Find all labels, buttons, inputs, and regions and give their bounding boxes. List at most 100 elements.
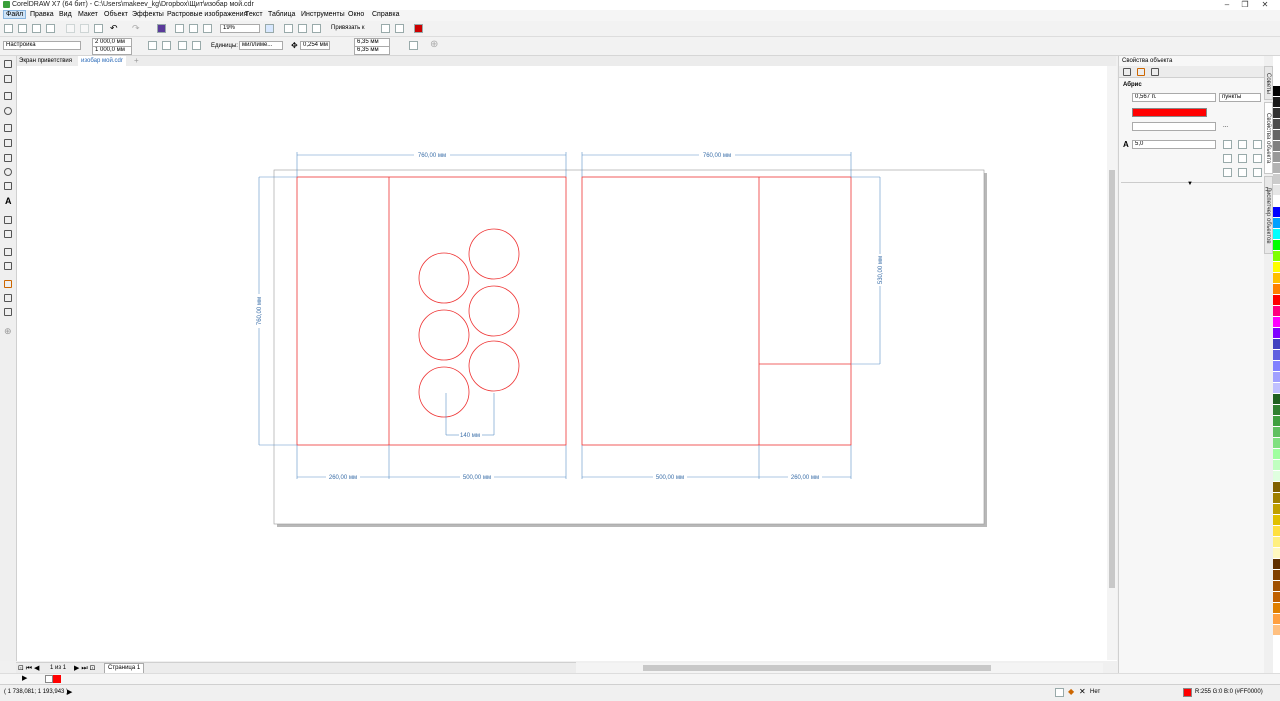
import-icon[interactable] xyxy=(175,24,184,33)
position-outside-icon[interactable] xyxy=(1223,168,1232,177)
palette-swatch[interactable] xyxy=(1273,548,1280,558)
print-icon[interactable] xyxy=(46,24,55,33)
position-center-icon[interactable] xyxy=(1238,168,1247,177)
close-icon[interactable]: ✕ xyxy=(1258,0,1272,10)
palette-swatch[interactable] xyxy=(1273,108,1280,118)
palette-swatch[interactable] xyxy=(1273,240,1280,250)
palette-swatch[interactable] xyxy=(1273,328,1280,338)
copy-icon[interactable] xyxy=(80,24,89,33)
menu-window[interactable]: Окно xyxy=(346,11,366,18)
more-options-link[interactable]: ... xyxy=(1223,123,1228,129)
color-proof-icon[interactable] xyxy=(1055,688,1064,697)
add-tool-icon[interactable]: ⊕ xyxy=(4,326,12,337)
palette-swatch[interactable] xyxy=(1273,405,1280,415)
palette-swatch[interactable] xyxy=(1273,460,1280,470)
palette-swatch[interactable] xyxy=(1273,515,1280,525)
full-screen-icon[interactable] xyxy=(265,24,274,33)
miter-limit-input[interactable]: 5,0 xyxy=(1132,140,1216,149)
current-page-icon[interactable] xyxy=(192,41,201,50)
palette-swatch[interactable] xyxy=(1273,350,1280,360)
menu-edit[interactable]: Правка xyxy=(28,11,56,18)
smart-fill-icon[interactable] xyxy=(4,308,12,316)
palette-swatch[interactable] xyxy=(1273,174,1280,184)
menu-object[interactable]: Объект xyxy=(102,11,130,18)
show-grid-icon[interactable] xyxy=(298,24,307,33)
palette-swatch[interactable] xyxy=(1273,427,1280,437)
palette-swatch[interactable] xyxy=(1273,416,1280,426)
palette-swatch[interactable] xyxy=(1273,394,1280,404)
menu-effects[interactable]: Эффекты xyxy=(130,11,166,18)
palette-swatch[interactable] xyxy=(1273,251,1280,261)
horizontal-scroll-thumb[interactable] xyxy=(643,665,991,671)
tab-welcome[interactable]: Экран приветствия xyxy=(16,56,75,66)
cap-round-icon[interactable] xyxy=(1238,154,1247,163)
zoom-tool-icon[interactable] xyxy=(4,107,12,115)
page-settings-icon[interactable] xyxy=(409,41,418,50)
eyedropper-icon[interactable] xyxy=(4,280,12,288)
palette-swatch[interactable] xyxy=(1273,273,1280,283)
units-select[interactable]: миллиме... xyxy=(239,41,283,50)
palette-swatch[interactable] xyxy=(1273,141,1280,151)
redo-icon[interactable]: ↷ xyxy=(132,23,140,34)
welcome-screen-icon[interactable] xyxy=(414,24,423,33)
palette-swatch[interactable] xyxy=(1273,262,1280,272)
page-nav-next-icons[interactable]: ▶ ⏭ ⊡ xyxy=(74,664,95,673)
all-pages-icon[interactable] xyxy=(178,41,187,50)
palette-swatch[interactable] xyxy=(1273,130,1280,140)
position-inside-icon[interactable] xyxy=(1253,168,1262,177)
open-icon[interactable] xyxy=(18,24,27,33)
status-arrow-icon[interactable]: ▶ xyxy=(67,688,72,696)
freehand-tool-icon[interactable] xyxy=(4,124,12,132)
shape-tool-icon[interactable] xyxy=(4,75,12,83)
application-launcher-icon[interactable] xyxy=(395,24,404,33)
tab-document[interactable]: изобар мой.cdr xyxy=(78,56,126,66)
undo-icon[interactable]: ↶ xyxy=(110,23,118,34)
snap-to-dropdown[interactable]: Привязать к xyxy=(331,25,365,31)
palette-swatch[interactable] xyxy=(1273,592,1280,602)
palette-swatch[interactable] xyxy=(1273,152,1280,162)
palette-swatch[interactable] xyxy=(1273,97,1280,107)
polygon-tool-icon[interactable] xyxy=(4,182,12,190)
menu-tools[interactable]: Инструменты xyxy=(299,11,347,18)
palette-swatch[interactable] xyxy=(1273,185,1280,195)
paste-icon[interactable] xyxy=(94,24,103,33)
outline-pen-icon[interactable] xyxy=(1123,68,1131,76)
menu-table[interactable]: Таблица xyxy=(266,11,297,18)
palette-swatch[interactable] xyxy=(1273,449,1280,459)
duplicate-y-input[interactable]: 6,35 мм xyxy=(354,46,390,55)
fill-icon[interactable] xyxy=(1137,68,1145,76)
palette-swatch[interactable] xyxy=(1273,317,1280,327)
palette-swatch[interactable] xyxy=(1273,471,1280,481)
connector-tool-icon[interactable] xyxy=(4,230,12,238)
palette-swatch[interactable] xyxy=(1273,372,1280,382)
corner-round-icon[interactable] xyxy=(1238,140,1247,149)
page-nav-icons[interactable]: ⊡ ⏮ ◀ xyxy=(18,664,39,673)
palette-swatch[interactable] xyxy=(1273,306,1280,316)
menu-file[interactable]: Файл xyxy=(2,10,27,19)
zoom-level-select[interactable]: 19% xyxy=(220,24,260,33)
palette-arrow-icon[interactable]: ▶ xyxy=(22,674,27,682)
portrait-icon[interactable] xyxy=(148,41,157,50)
drawing-canvas[interactable]: 760,00 мм 760,00 мм 760,00 мм 530,00 мм … xyxy=(17,66,1117,661)
tab-object-manager[interactable]: Диспетчер объектов xyxy=(1264,176,1273,254)
palette-swatch[interactable] xyxy=(1273,295,1280,305)
palette-swatch[interactable] xyxy=(1273,504,1280,514)
outline-color-swatch[interactable] xyxy=(1132,108,1207,117)
palette-swatch[interactable] xyxy=(1273,218,1280,228)
palette-swatch[interactable] xyxy=(1273,537,1280,547)
tab-hints[interactable]: Советы xyxy=(1264,66,1273,100)
transparency-icon[interactable] xyxy=(4,262,12,270)
palette-swatch[interactable] xyxy=(1273,570,1280,580)
artistic-media-icon[interactable] xyxy=(4,139,12,147)
palette-swatch[interactable] xyxy=(1273,207,1280,217)
palette-swatch[interactable] xyxy=(1273,229,1280,239)
transparency-tab-icon[interactable] xyxy=(1151,68,1159,76)
no-color-swatch[interactable] xyxy=(45,675,53,683)
interactive-fill-icon[interactable] xyxy=(4,294,12,302)
nudge-distance-input[interactable]: 0,254 мм xyxy=(300,41,330,50)
tab-object-properties[interactable]: Свойства объекта xyxy=(1264,102,1273,174)
cap-square-icon[interactable] xyxy=(1253,154,1262,163)
palette-swatch[interactable] xyxy=(1273,625,1280,635)
palette-swatch[interactable] xyxy=(1273,339,1280,349)
parallel-dimension-icon[interactable] xyxy=(4,216,12,224)
